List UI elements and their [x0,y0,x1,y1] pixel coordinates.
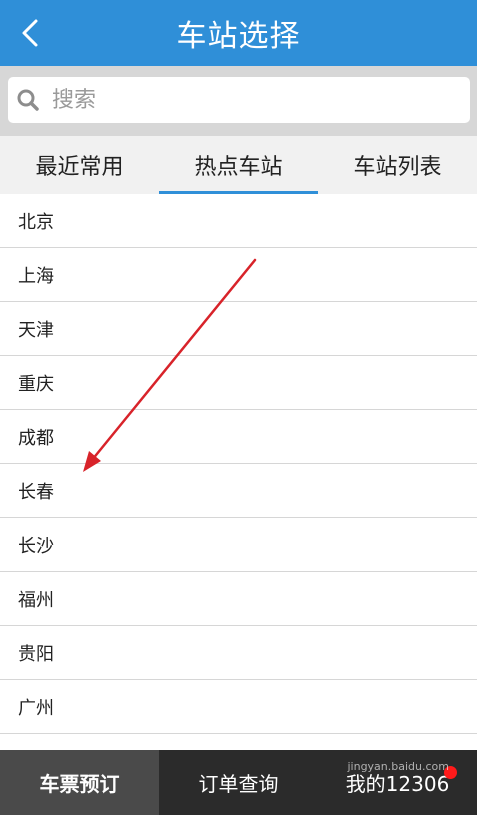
station-tabs: 最近常用 热点车站 车站列表 [0,136,477,194]
station-item-guangzhou[interactable]: 广州 [0,680,477,734]
tab-recent[interactable]: 最近常用 [0,136,159,194]
nav-ticket-booking[interactable]: 车票预订 [0,750,159,815]
back-button[interactable] [10,13,50,53]
search-icon [17,89,39,111]
station-item-fuzhou[interactable]: 福州 [0,572,477,626]
station-item-tianjin[interactable]: 天津 [0,302,477,356]
station-item-beijing[interactable]: 北京 [0,194,477,248]
nav-order-query[interactable]: 订单查询 [159,750,318,815]
page-title: 车站选择 [176,19,301,54]
station-item-changchun[interactable]: 长春 [0,464,477,518]
search-input[interactable] [52,87,452,113]
station-item-chengdu[interactable]: 成都 [0,410,477,464]
chevron-left-icon [22,19,38,47]
app-header: 车站选择 [0,0,477,66]
tab-hot-stations[interactable]: 热点车站 [159,136,318,194]
search-bar [0,66,477,136]
station-list: 北京 上海 天津 重庆 成都 长春 长沙 福州 贵阳 广州 [0,194,477,734]
station-item-chongqing[interactable]: 重庆 [0,356,477,410]
station-item-changsha[interactable]: 长沙 [0,518,477,572]
watermark: jingyan.baidu.com [347,760,449,773]
tab-station-list[interactable]: 车站列表 [318,136,477,194]
search-box[interactable] [8,77,470,123]
station-item-shanghai[interactable]: 上海 [0,248,477,302]
station-item-guiyang[interactable]: 贵阳 [0,626,477,680]
